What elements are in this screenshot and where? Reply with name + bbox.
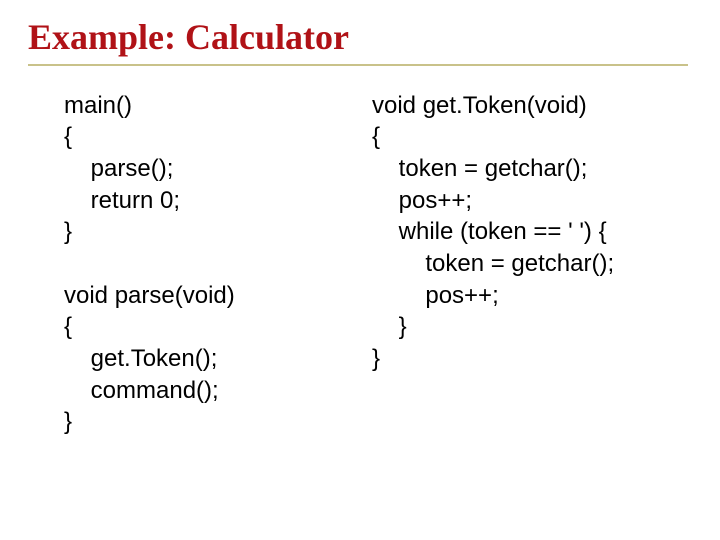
content-columns: main() { parse(); return 0; } void parse… bbox=[28, 90, 692, 438]
left-column: main() { parse(); return 0; } void parse… bbox=[64, 90, 374, 438]
title-underline bbox=[28, 64, 688, 66]
right-column: void get.Token(void) { token = getchar()… bbox=[382, 90, 692, 438]
code-block-left: main() { parse(); return 0; } void parse… bbox=[64, 90, 374, 438]
slide: Example: Calculator main() { parse(); re… bbox=[0, 0, 720, 540]
code-block-right: void get.Token(void) { token = getchar()… bbox=[372, 90, 692, 375]
slide-title: Example: Calculator bbox=[28, 18, 692, 58]
